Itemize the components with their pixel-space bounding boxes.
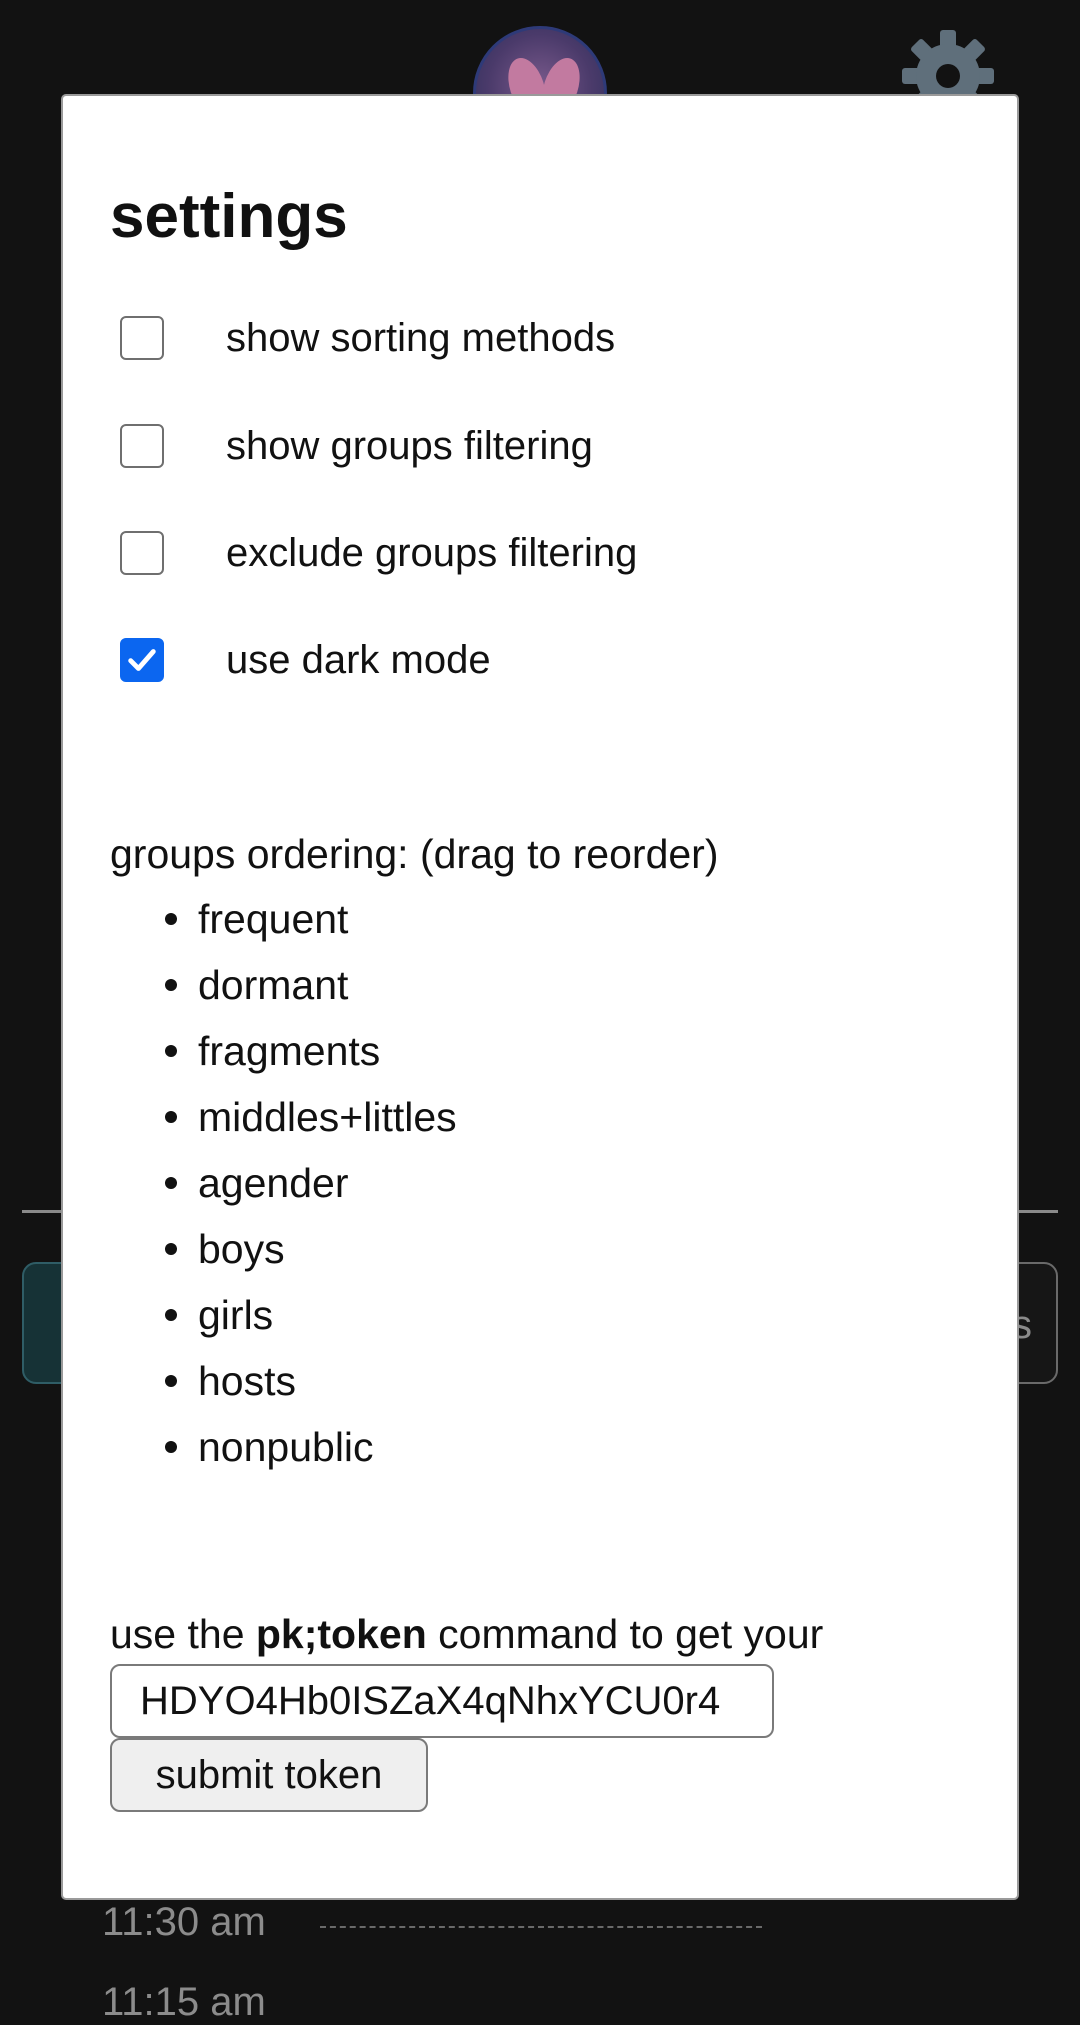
group-label: frequent — [198, 896, 349, 942]
bullet — [165, 913, 177, 925]
bullet — [165, 1177, 177, 1189]
group-item[interactable]: middles+littles — [110, 1084, 457, 1150]
group-label: boys — [198, 1226, 285, 1272]
token-prefix: use the — [110, 1611, 256, 1657]
check-icon — [128, 649, 156, 671]
group-label: agender — [198, 1160, 349, 1206]
group-item[interactable]: hosts — [110, 1348, 457, 1414]
group-label: nonpublic — [198, 1424, 374, 1470]
timeline-dash — [320, 1926, 762, 1928]
option-label: show groups filtering — [226, 423, 593, 468]
bullet — [165, 1375, 177, 1387]
group-label: fragments — [198, 1028, 381, 1074]
group-item[interactable]: girls — [110, 1282, 457, 1348]
sorting-methods-checkbox[interactable] — [120, 316, 164, 360]
sorting-methods-option[interactable]: show sorting methods — [120, 316, 615, 360]
exclude-groups-option[interactable]: exclude groups filtering — [120, 531, 637, 575]
bullet — [165, 979, 177, 991]
group-label: dormant — [198, 962, 349, 1008]
groups-order-list: frequent dormant fragments middles+littl… — [110, 886, 457, 1480]
bullet — [165, 1309, 177, 1321]
option-label: show sorting methods — [226, 315, 616, 360]
dark-mode-option[interactable]: use dark mode — [120, 638, 491, 682]
token-input[interactable] — [110, 1664, 774, 1738]
timestamp: 11:15 am — [102, 1980, 266, 2024]
group-label: hosts — [198, 1358, 296, 1404]
bullet — [165, 1045, 177, 1057]
token-command: pk;token — [255, 1611, 427, 1657]
group-label: girls — [198, 1292, 274, 1338]
group-item[interactable]: frequent — [110, 886, 457, 952]
settings-modal: settings show sorting methods show group… — [61, 94, 1019, 1900]
submit-token-button[interactable]: submit token — [110, 1738, 428, 1812]
exclude-groups-checkbox[interactable] — [120, 531, 164, 575]
timestamp: 11:30 am — [102, 1900, 266, 1944]
option-label: use dark mode — [226, 637, 491, 682]
group-label: middles+littles — [198, 1094, 457, 1140]
dark-mode-checkbox[interactable] — [120, 638, 164, 682]
bullet — [165, 1243, 177, 1255]
group-item[interactable]: boys — [110, 1216, 457, 1282]
option-label: exclude groups filtering — [226, 530, 638, 575]
bullet — [165, 1111, 177, 1123]
group-item[interactable]: agender — [110, 1150, 457, 1216]
groups-filtering-option[interactable]: show groups filtering — [120, 424, 593, 468]
group-item[interactable]: nonpublic — [110, 1414, 457, 1480]
groups-filtering-checkbox[interactable] — [120, 424, 164, 468]
modal-title: settings — [110, 182, 348, 251]
group-item[interactable]: fragments — [110, 1018, 457, 1084]
group-item[interactable]: dormant — [110, 952, 457, 1018]
bullet — [165, 1441, 177, 1453]
groups-ordering-heading: groups ordering: (drag to reorder) — [110, 831, 719, 877]
